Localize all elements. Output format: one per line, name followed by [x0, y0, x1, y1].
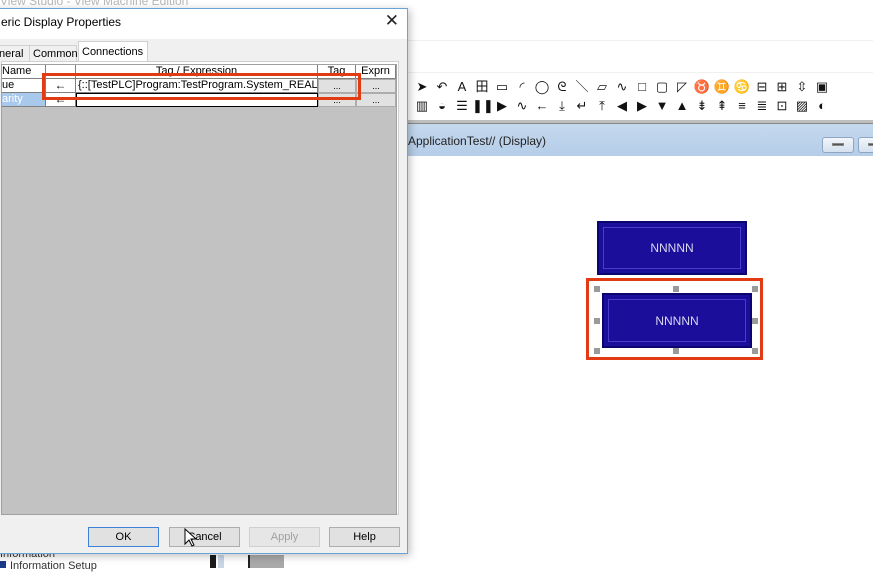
- ramp-button-icon[interactable]: ⇳: [792, 78, 812, 96]
- tab-common[interactable]: Common: [29, 45, 78, 61]
- scrollbar-thumb[interactable]: [248, 555, 284, 568]
- list-icon[interactable]: ≡: [732, 97, 752, 115]
- parallelogram-icon[interactable]: ▱: [592, 78, 612, 96]
- header-name: Name: [2, 65, 46, 79]
- resize-handle-sw[interactable]: [594, 348, 600, 354]
- resize-handle-e[interactable]: [752, 318, 758, 324]
- dialog-title: eric Display Properties: [1, 15, 122, 29]
- help-button[interactable]: Help: [329, 527, 400, 547]
- resize-handle-s[interactable]: [673, 348, 679, 354]
- polyline-icon[interactable]: ∿: [612, 78, 632, 96]
- maximize-icon: [868, 143, 873, 146]
- close-icon[interactable]: ✕: [385, 11, 399, 31]
- ime-text-icon[interactable]: ⽥: [472, 78, 492, 96]
- undo-icon[interactable]: ↶: [432, 78, 452, 96]
- more-icon[interactable]: ◐: [812, 97, 832, 115]
- tag-expression-highlight-box: [42, 73, 361, 100]
- maintained-button-icon[interactable]: ♊: [712, 78, 732, 96]
- maximize-button[interactable]: [858, 137, 873, 153]
- cancel-button[interactable]: Cancel: [169, 527, 240, 547]
- move-down-end-icon[interactable]: ⤓: [552, 97, 572, 115]
- list-indicator-icon[interactable]: ≣: [752, 97, 772, 115]
- rounded-rectangle-icon[interactable]: ▢: [652, 78, 672, 96]
- dialog-titlebar[interactable]: eric Display Properties ✕: [0, 9, 407, 39]
- menu-divider: [408, 40, 873, 41]
- move-up-end-icon[interactable]: ⤒: [592, 97, 612, 115]
- bar-graph-icon[interactable]: ▥: [412, 97, 432, 115]
- panel-edge: [218, 555, 224, 568]
- arc-icon[interactable]: ◜: [512, 78, 532, 96]
- page-down-icon[interactable]: ⇟: [692, 97, 712, 115]
- resize-handle-se[interactable]: [752, 348, 758, 354]
- apply-button[interactable]: Apply: [249, 527, 320, 547]
- line-icon[interactable]: ＼: [572, 78, 592, 96]
- mouse-cursor-icon: [184, 528, 198, 547]
- expression-editor-button[interactable]: ...: [356, 93, 396, 107]
- display-window-title: ApplicationTest// (Display): [408, 134, 547, 148]
- ellipse-icon[interactable]: ◯: [532, 78, 552, 96]
- latched-button-icon[interactable]: ♋: [732, 78, 752, 96]
- app-title: View Studio - View Machine Edition: [0, 0, 189, 8]
- scale-icon[interactable]: ☰: [452, 97, 472, 115]
- move-left-icon[interactable]: ←: [532, 97, 552, 115]
- trend-next-icon[interactable]: ▶: [492, 97, 512, 115]
- numeric-display-text: NNNNN: [650, 241, 694, 255]
- recipe-icon[interactable]: ▨: [792, 97, 812, 115]
- display-window-titlebar[interactable]: ApplicationTest// (Display): [408, 124, 873, 156]
- numeric-display-object[interactable]: NNNNN: [597, 221, 747, 275]
- select-arrow-icon[interactable]: ➤: [412, 78, 432, 96]
- expression-editor-button[interactable]: ...: [356, 79, 396, 93]
- text-icon[interactable]: A: [452, 78, 472, 96]
- left-icon[interactable]: ◀: [612, 97, 632, 115]
- minimize-button[interactable]: [822, 137, 854, 153]
- header-exprn: Exprn: [356, 65, 396, 79]
- rectangle-icon[interactable]: □: [632, 78, 652, 96]
- freehand-icon[interactable]: ᘓ: [552, 78, 572, 96]
- more-icon[interactable]: ▣: [812, 78, 832, 96]
- tab-connections[interactable]: Connections: [78, 41, 148, 61]
- minimize-icon: [832, 143, 844, 146]
- enter-icon[interactable]: ↵: [572, 97, 592, 115]
- pause-icon[interactable]: ❚❚: [472, 97, 494, 115]
- display-canvas[interactable]: [408, 156, 873, 568]
- up-icon[interactable]: ▲: [672, 97, 692, 115]
- row-name[interactable]: ue: [2, 79, 46, 93]
- toolbar-divider: [408, 72, 873, 73]
- multistate-button-icon[interactable]: ⊟: [752, 78, 772, 96]
- right-icon[interactable]: ▶: [632, 97, 652, 115]
- objects-toolbar: ➤ ↶ A ⽥ ▭ ◜ ◯ ᘓ ＼ ▱ ∿ □ ▢ ◸ ♉ ♊ ♋ ⊟ ⊞ ⇳ ▣ ▥ ◒ ☰ ❚❚ ▶ ∿ ← ⤓ ↵ ⤒ ◀ ▶ ▼ ▲ ⇟ ⇞ ≡…: [408, 76, 873, 118]
- resize-handle-nw[interactable]: [594, 286, 600, 292]
- interlocked-button-icon[interactable]: ⊞: [772, 78, 792, 96]
- rectangle-flat-icon[interactable]: ▭: [492, 78, 512, 96]
- resize-handle-n[interactable]: [673, 286, 679, 292]
- ok-button[interactable]: OK: [88, 527, 159, 547]
- row-name[interactable]: arity: [2, 93, 46, 107]
- gauge-icon[interactable]: ◒: [432, 97, 452, 115]
- connections-grid: Name Tag / Expression Tag Exprn ue ← {::…: [1, 64, 397, 515]
- display-icon[interactable]: ⊡: [772, 97, 792, 115]
- down-icon[interactable]: ▼: [652, 97, 672, 115]
- wedge-icon[interactable]: ◸: [672, 78, 692, 96]
- toolbar-row-1: ➤ ↶ A ⽥ ▭ ◜ ◯ ᘓ ＼ ▱ ∿ □ ▢ ◸ ♉ ♊ ♋ ⊟ ⊞ ⇳ ▣: [412, 78, 832, 96]
- setup-icon: [0, 561, 6, 568]
- resize-handle-ne[interactable]: [752, 286, 758, 292]
- trend-icon[interactable]: ∿: [512, 97, 532, 115]
- resize-handle-w[interactable]: [594, 318, 600, 324]
- momentary-button-icon[interactable]: ♉: [692, 78, 712, 96]
- explorer-item-information-setup[interactable]: Information Setup: [10, 560, 97, 572]
- toolbar-row-2: ▥ ◒ ☰ ❚❚ ▶ ∿ ← ⤓ ↵ ⤒ ◀ ▶ ▼ ▲ ⇟ ⇞ ≡ ≣ ⊡ ▨ ◐: [412, 97, 832, 115]
- splitter[interactable]: [210, 555, 216, 568]
- page-up-icon[interactable]: ⇞: [712, 97, 732, 115]
